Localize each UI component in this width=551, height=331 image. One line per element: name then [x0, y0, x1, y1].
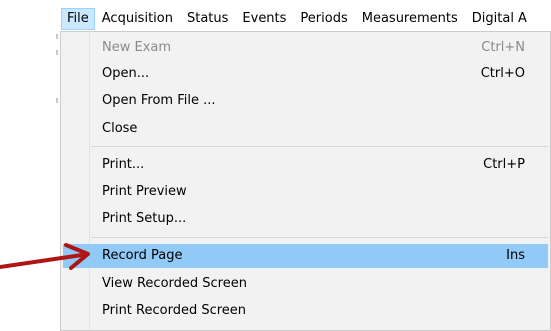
menu-periods[interactable]: Periods	[293, 8, 354, 30]
menu-item-shortcut: Ctrl+P	[483, 157, 525, 172]
menu-item-record-page[interactable]: Record Page Ins	[63, 244, 548, 268]
menu-item-shortcut: Ctrl+O	[480, 66, 525, 81]
menu-separator	[91, 146, 548, 147]
menu-item-new-exam[interactable]: New Exam Ctrl+N	[61, 36, 550, 60]
menu-item-label: Record Page	[102, 248, 183, 263]
menu-item-label: Print...	[102, 157, 145, 172]
menu-item-label: Close	[102, 121, 138, 136]
menu-item-open[interactable]: Open... Ctrl+O	[61, 62, 550, 86]
menu-item-shortcut: Ins	[506, 248, 525, 263]
menu-measurements[interactable]: Measurements	[355, 8, 465, 30]
menu-item-label: View Recorded Screen	[102, 276, 247, 291]
menu-acquisition[interactable]: Acquisition	[95, 8, 180, 30]
menu-item-view-recorded-screen[interactable]: View Recorded Screen	[61, 272, 550, 296]
menu-item-label: Open...	[102, 66, 150, 81]
menu-digital[interactable]: Digital A	[465, 8, 534, 30]
menu-item-label: Print Recorded Screen	[102, 303, 247, 318]
red-arrow-icon	[0, 243, 90, 270]
file-menu-dropdown: New Exam Ctrl+N Open... Ctrl+O Open From…	[60, 31, 551, 331]
menu-item-print[interactable]: Print... Ctrl+P	[61, 153, 550, 177]
menu-item-label: Print Preview	[102, 184, 187, 199]
menu-item-label: Open From File ...	[102, 93, 216, 108]
menu-events[interactable]: Events	[235, 8, 293, 30]
menu-item-shortcut: Ctrl+N	[481, 40, 525, 55]
menu-item-label: New Exam	[102, 40, 172, 55]
menu-separator	[91, 237, 548, 238]
screen: File Acquisition Status Events Periods M…	[0, 0, 551, 331]
menu-item-close[interactable]: Close	[61, 117, 550, 141]
menu-item-print-preview[interactable]: Print Preview	[61, 180, 550, 204]
menu-status[interactable]: Status	[180, 8, 235, 30]
menu-item-print-recorded-screen[interactable]: Print Recorded Screen	[61, 299, 550, 323]
menu-item-print-setup[interactable]: Print Setup...	[61, 207, 550, 231]
menu-item-open-from-file[interactable]: Open From File ...	[61, 89, 550, 113]
menu-item-label: Print Setup...	[102, 211, 187, 226]
menu-bar: File Acquisition Status Events Periods M…	[57, 7, 551, 31]
